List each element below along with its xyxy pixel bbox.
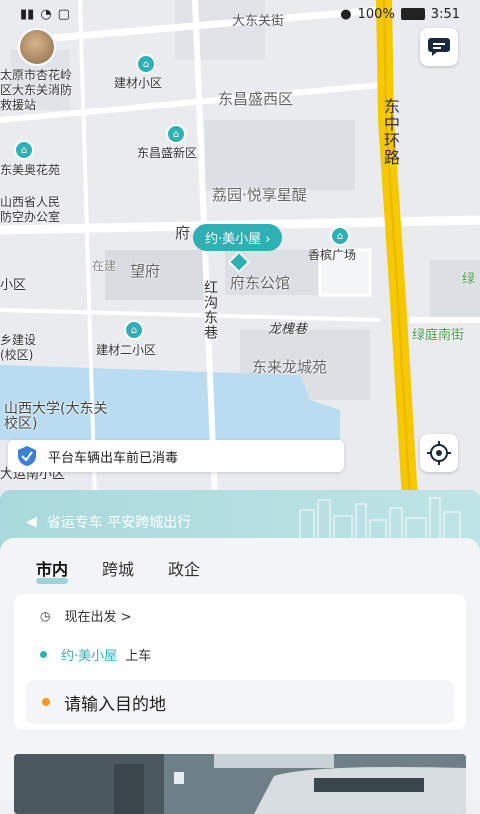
area-label: 东昌盛西区 xyxy=(218,90,294,108)
poi-label[interactable]: 太原市杏花岭区大东关消防救援站 xyxy=(0,68,82,113)
area-label: 在建 xyxy=(92,259,117,273)
disinfect-text: 平台车辆出车前已消毒 xyxy=(48,450,179,466)
user-avatar[interactable] xyxy=(18,28,56,66)
origin-field[interactable]: 约·美小屋 上车 xyxy=(40,645,151,664)
crosshair-icon xyxy=(427,441,451,465)
notification-icon: ▢ xyxy=(57,6,70,22)
poi-label[interactable]: 东昌盛新区 xyxy=(137,146,197,161)
battery-text: 100% xyxy=(357,6,395,22)
clock: 3:51 xyxy=(430,6,460,22)
area-label: 小区 xyxy=(0,278,27,293)
origin-name: 约·美小屋 xyxy=(61,649,118,664)
trip-form: ◷ 现在出发 > 约·美小屋 上车 请输入目的地 xyxy=(14,594,466,730)
service-tabs: 市内 跨城 政企 xyxy=(36,556,200,584)
destination-placeholder: 请输入目的地 xyxy=(64,694,166,715)
poi-label[interactable]: 山西省人民防空办公室 xyxy=(0,195,70,225)
tab-enterprise[interactable]: 政企 xyxy=(168,556,200,580)
battery-icon xyxy=(400,8,425,20)
poi-label[interactable]: 东美奥花苑 xyxy=(0,163,60,178)
current-location-chip[interactable]: 约·美小屋 › xyxy=(193,224,283,251)
destination-dot-icon xyxy=(42,698,50,706)
location-icon: ● xyxy=(340,6,352,22)
message-button[interactable] xyxy=(420,28,458,66)
clock-icon: ◷ xyxy=(40,608,51,623)
poi-icon[interactable]: ⌂ xyxy=(124,320,144,340)
street-label: 东中环路 xyxy=(381,98,400,166)
poi-label[interactable]: 建材小区 xyxy=(114,76,162,91)
area-label: 荔园·悦享星醍 xyxy=(212,186,307,204)
chat-icon xyxy=(428,38,450,56)
shield-check-icon xyxy=(18,446,36,466)
current-location-label: 约·美小屋 xyxy=(205,232,262,247)
tab-intracity[interactable]: 市内 xyxy=(36,556,69,584)
destination-input[interactable]: 请输入目的地 xyxy=(26,680,454,724)
booking-panel: 市内 跨城 政企 ◷ 现在出发 > 约·美小屋 上车 请输入目的地 xyxy=(0,538,480,814)
origin-suffix: 上车 xyxy=(125,649,152,664)
poi-icon[interactable]: ⌂ xyxy=(14,140,34,160)
banner-text: 省运专车 平安跨城出行 xyxy=(46,515,192,531)
disinfect-notice[interactable]: 平台车辆出车前已消毒 xyxy=(8,440,344,472)
wifi-icon: ◔ xyxy=(40,6,52,22)
poi-icon[interactable]: ⌂ xyxy=(136,54,156,74)
chevron-right-icon: › xyxy=(265,232,271,247)
area-label: 府东公馆 xyxy=(230,274,291,292)
poi-icon[interactable]: ⌂ xyxy=(166,124,186,144)
departure-time-selector[interactable]: ◷ 现在出发 > xyxy=(40,606,132,626)
departure-time-label: 现在出发 > xyxy=(64,610,132,625)
poi-label[interactable]: 乡建设(校区) xyxy=(0,333,46,363)
station-photo[interactable] xyxy=(14,754,466,814)
street-label: 龙槐巷 xyxy=(268,322,308,337)
street-label: 红沟东巷 xyxy=(202,280,218,340)
train-station-image xyxy=(14,754,466,814)
area-label: 东来龙城苑 xyxy=(252,358,328,376)
street-label: 绿庭南街 xyxy=(412,328,465,343)
street-label: 府 xyxy=(175,224,191,242)
street-label: 绿 xyxy=(462,272,476,287)
poi-label[interactable]: 香槟广场 xyxy=(308,248,356,263)
poi-label[interactable]: 建材二小区 xyxy=(96,343,156,358)
status-bar: ▮▮ ◔ ▢ ● 100% 3:51 xyxy=(0,0,480,28)
tab-intercity[interactable]: 跨城 xyxy=(102,556,134,580)
locate-button[interactable] xyxy=(420,434,458,472)
speaker-icon: ◀ xyxy=(26,514,37,530)
area-label: 望府 xyxy=(130,262,161,280)
signal-icon: ▮▮ xyxy=(20,6,35,22)
area-label: 山西大学(大东关校区) xyxy=(4,401,108,432)
poi-icon[interactable]: ⌂ xyxy=(330,226,350,246)
origin-dot-icon xyxy=(40,651,47,658)
